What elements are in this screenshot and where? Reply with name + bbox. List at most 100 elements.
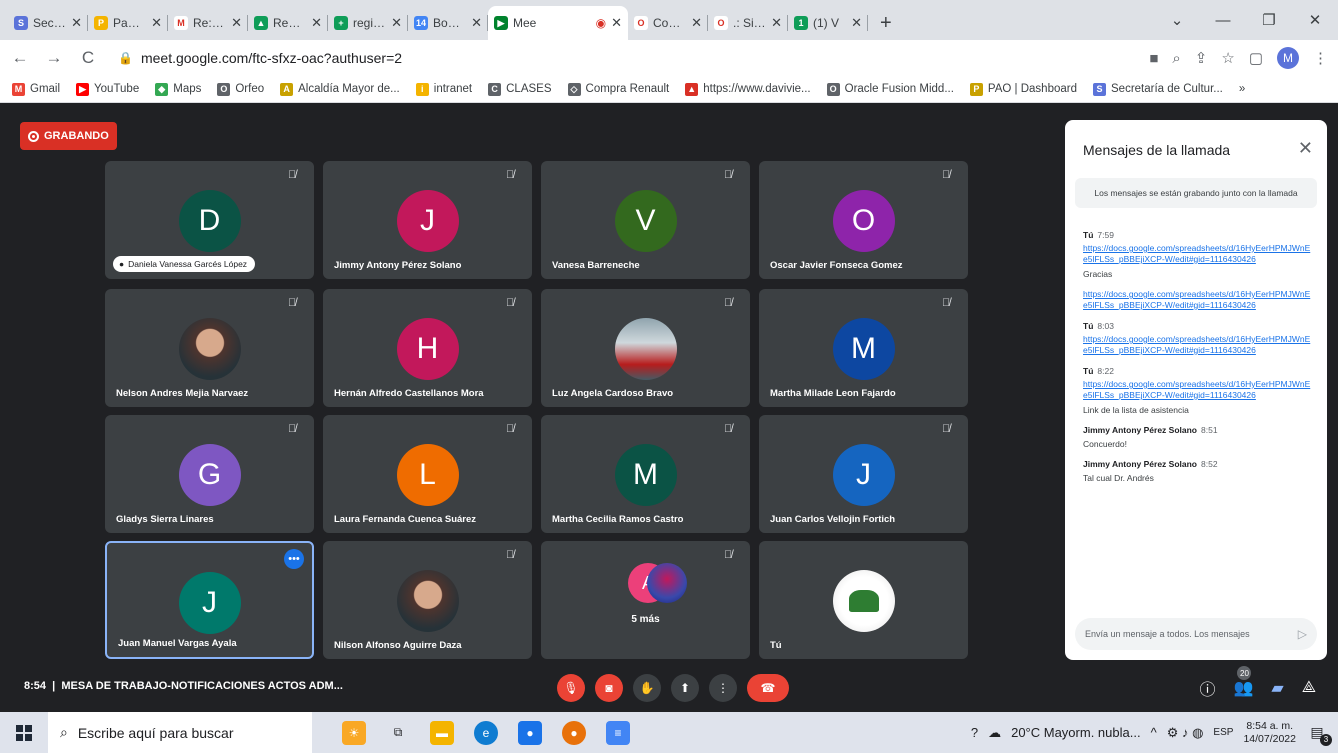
bookmark-item[interactable]: A Alcaldía Mayor de...: [280, 82, 400, 96]
bookmark-item[interactable]: ▶ YouTube: [76, 82, 139, 96]
chrome-meet-icon[interactable]: ●: [518, 720, 542, 745]
tray-expand-icon[interactable]: ^: [1151, 725, 1157, 740]
close-window-icon[interactable]: ✕: [1292, 11, 1338, 29]
new-tab-button[interactable]: +: [868, 6, 904, 40]
tray-icons[interactable]: ⚙ ♪ ◍: [1167, 725, 1204, 741]
browser-tab[interactable]: S Secretar ✕: [8, 6, 88, 40]
participant-tile[interactable]: 🎙̸ G Gladys Sierra Linares: [105, 415, 314, 533]
bookmark-item[interactable]: M Gmail: [12, 82, 60, 96]
zoom-icon[interactable]: ⌕: [1172, 50, 1180, 67]
windows-start-button[interactable]: [0, 712, 48, 753]
maximize-icon[interactable]: ❐: [1246, 11, 1292, 29]
bookmark-item[interactable]: i intranet: [415, 82, 472, 96]
bookmark-item[interactable]: ◆ Maps: [155, 82, 201, 96]
notifications-button[interactable]: ▤ 3: [1306, 722, 1332, 746]
bookmark-item[interactable]: ▲ https://www.davivie...: [685, 82, 811, 96]
bookmark-item[interactable]: C CLASES: [488, 82, 552, 96]
menu-kebab-icon[interactable]: ⋮: [1313, 49, 1328, 67]
participant-tile[interactable]: 🎙̸ Nelson Andres Mejia Narvaez: [105, 289, 314, 407]
browser-tab[interactable]: O Contenic ✕: [628, 6, 708, 40]
sidepanel-icon[interactable]: ▢: [1249, 49, 1263, 67]
browser-tab[interactable]: 1 (1) V ✕: [788, 6, 868, 40]
docs-icon[interactable]: ≡: [606, 720, 630, 745]
participant-tile[interactable]: 🎙̸ D ● Daniela Vanessa Garcés López: [105, 161, 314, 279]
participant-tile[interactable]: ••• J Juan Manuel Vargas Ayala: [105, 541, 314, 659]
bookmark-item[interactable]: O Orfeo: [217, 82, 264, 96]
tab-close-icon[interactable]: ✕: [71, 15, 82, 31]
help-icon[interactable]: ?: [971, 725, 978, 740]
more-options-button[interactable]: ⋮: [709, 674, 737, 702]
tab-close-icon[interactable]: ✕: [691, 15, 702, 31]
chat-link[interactable]: https://docs.google.com/spreadsheets/d/1…: [1083, 334, 1313, 356]
browser-tab[interactable]: ▶ Mee ◉ ✕: [488, 6, 628, 40]
info-icon[interactable]: ⓘ: [1199, 676, 1215, 700]
participant-avatar: J: [178, 572, 241, 634]
weather-text[interactable]: 20°C Mayorm. nubla...: [1011, 725, 1140, 740]
browser-tab[interactable]: + registro ✕: [328, 6, 408, 40]
bookmark-star-icon[interactable]: ☆: [1221, 49, 1234, 67]
tab-close-icon[interactable]: ✕: [611, 15, 622, 31]
tab-close-icon[interactable]: ✕: [391, 15, 402, 31]
browser-tab[interactable]: 14 Bogotá ✕: [408, 6, 488, 40]
tab-close-icon[interactable]: ✕: [471, 15, 482, 31]
participant-tile[interactable]: 🎙̸ M Martha Milade Leon Fajardo: [759, 289, 968, 407]
bookmark-item[interactable]: O Oracle Fusion Midd...: [826, 82, 954, 96]
tile-options-icon[interactable]: •••: [284, 549, 304, 569]
browser-tab[interactable]: O .: Sisten ✕: [708, 6, 788, 40]
chat-icon[interactable]: ▰: [1271, 678, 1283, 698]
participant-tile[interactable]: 🎙̸ Nilson Alfonso Aguirre Daza: [323, 541, 532, 659]
tab-close-icon[interactable]: ✕: [151, 15, 162, 31]
chat-link[interactable]: https://docs.google.com/spreadsheets/d/1…: [1083, 243, 1313, 265]
bookmark-item[interactable]: ◇ Compra Renault: [567, 82, 669, 96]
minimize-icon[interactable]: —: [1200, 12, 1246, 29]
participant-tile[interactable]: 🎙̸A5 más: [541, 541, 750, 659]
activities-icon[interactable]: ⟁: [1302, 679, 1316, 697]
clock[interactable]: 8:54 a. m. 14/07/2022: [1243, 720, 1296, 746]
chat-link[interactable]: https://docs.google.com/spreadsheets/d/1…: [1083, 379, 1313, 401]
tab-close-icon[interactable]: ✕: [851, 15, 862, 31]
bookmarks-overflow-icon[interactable]: »: [1239, 83, 1245, 95]
present-button[interactable]: ⬆: [671, 674, 699, 702]
close-chat-icon[interactable]: ✕: [1298, 138, 1313, 159]
participant-tile[interactable]: 🎙̸ L Laura Fernanda Cuenca Suárez: [323, 415, 532, 533]
language-indicator[interactable]: ESP: [1213, 727, 1233, 738]
participant-tile[interactable]: 🎙̸ O Oscar Javier Fonseca Gomez: [759, 161, 968, 279]
send-icon[interactable]: ▷: [1298, 627, 1307, 641]
weather-widget-icon[interactable]: ☀: [342, 720, 366, 745]
participant-tile[interactable]: 🎙̸ Luz Angela Cardoso Bravo: [541, 289, 750, 407]
browser-tab[interactable]: ▲ Reciente ✕: [248, 6, 328, 40]
browser-tab[interactable]: P Pagina p ✕: [88, 6, 168, 40]
bookmark-item[interactable]: S Secretaría de Cultur...: [1093, 82, 1223, 96]
participant-tile[interactable]: 🎙̸ J Jimmy Antony Pérez Solano: [323, 161, 532, 279]
file-explorer-icon[interactable]: ▬: [430, 720, 454, 745]
mic-off-button[interactable]: 🎙: [557, 674, 585, 702]
back-icon[interactable]: ←: [10, 48, 30, 68]
tab-search-icon[interactable]: ⌄: [1154, 11, 1200, 29]
edge-icon[interactable]: e: [474, 720, 498, 745]
reload-icon[interactable]: C: [78, 48, 98, 68]
chrome-icon[interactable]: ●: [562, 720, 586, 745]
forward-icon[interactable]: →: [44, 48, 64, 68]
raise-hand-button[interactable]: ✋: [633, 674, 661, 702]
camera-icon[interactable]: ■: [1149, 50, 1158, 67]
camera-off-button[interactable]: ◙: [595, 674, 623, 702]
bookmark-item[interactable]: P PAO | Dashboard: [969, 82, 1077, 96]
browser-tab[interactable]: M Re: PRO ✕: [168, 6, 248, 40]
participant-tile[interactable]: 🎙̸ M Martha Cecilia Ramos Castro: [541, 415, 750, 533]
participant-tile[interactable]: 🎙̸ H Hernán Alfredo Castellanos Mora: [323, 289, 532, 407]
leave-call-button[interactable]: ☎: [747, 674, 789, 702]
tab-close-icon[interactable]: ✕: [231, 15, 242, 31]
people-button[interactable]: 20 👥: [1233, 666, 1253, 698]
share-icon[interactable]: ⇪: [1195, 49, 1208, 67]
participant-tile[interactable]: 🎙̸ V Vanesa Barreneche: [541, 161, 750, 279]
task-view-icon[interactable]: ⧉: [386, 721, 410, 745]
participant-tile[interactable]: Tú: [759, 541, 968, 659]
profile-avatar[interactable]: M: [1277, 47, 1299, 69]
chat-link[interactable]: https://docs.google.com/spreadsheets/d/1…: [1083, 289, 1313, 311]
tab-close-icon[interactable]: ✕: [311, 15, 322, 31]
url-input[interactable]: 🔒 meet.google.com/ftc-sfxz-oac?authuser=…: [112, 44, 1135, 72]
taskbar-search[interactable]: ⌕ Escribe aquí para buscar: [48, 712, 312, 753]
tab-close-icon[interactable]: ✕: [771, 15, 782, 31]
participant-tile[interactable]: 🎙̸ J Juan Carlos Vellojin Fortich: [759, 415, 968, 533]
chat-input[interactable]: Envía un mensaje a todos. Los mensajes ▷: [1075, 618, 1317, 650]
